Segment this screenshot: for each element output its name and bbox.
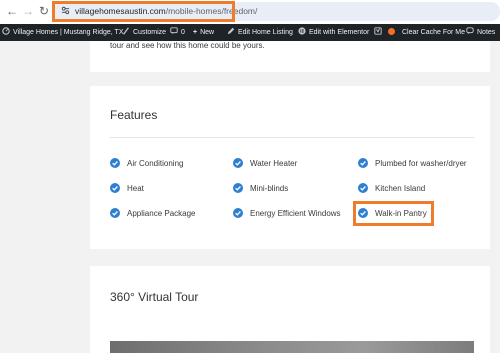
notes-icon: [466, 27, 474, 35]
feature-label: Kitchen Island: [375, 184, 426, 193]
new-label: New: [200, 29, 215, 36]
feature-label: Water Heater: [250, 159, 298, 168]
brush-icon: [123, 27, 129, 35]
browser-toolbar: ← → ↻ villagehomesaustin.com/mobile-home…: [0, 0, 500, 24]
clear-cache-label: Clear Cache For Me: [402, 29, 466, 36]
check-circle-icon: [233, 208, 243, 218]
plus-icon: +: [193, 29, 198, 36]
check-circle-icon: [110, 183, 120, 193]
admin-yoast[interactable]: [374, 24, 385, 41]
feature-label: Plumbed for washer/dryer: [375, 159, 467, 168]
check-circle-icon: [358, 183, 368, 193]
intro-text: tour and see how this home could be your…: [110, 41, 265, 50]
dashboard-icon: [2, 27, 10, 35]
yoast-icon: [374, 27, 382, 35]
edit-listing-label: Edit Home Listing: [238, 29, 293, 36]
admin-elementor[interactable]: Edit with Elementor: [298, 24, 369, 41]
check-circle-icon: [233, 158, 243, 168]
notes-label: Notes: [477, 29, 496, 36]
pantry-highlight-box: [353, 201, 434, 226]
admin-clear-cache[interactable]: Clear Cache For Me: [402, 24, 465, 41]
wp-admin-bar: Village Homes | Mustang Ridge, TX Custom…: [0, 24, 500, 41]
features-heading: Features: [110, 108, 158, 122]
virtual-tour-card: 360° Virtual Tour: [90, 266, 490, 353]
virtual-tour-image[interactable]: [110, 341, 474, 353]
elementor-icon: [298, 27, 306, 35]
customize-label: Customize: [133, 29, 167, 36]
url-highlight-box: [52, 1, 235, 22]
feature-label: Heat: [127, 184, 144, 193]
elementor-label: Edit with Elementor: [309, 29, 370, 36]
feature-label: Mini-blinds: [250, 184, 289, 193]
forward-arrow-icon[interactable]: →: [21, 4, 35, 18]
back-arrow-icon[interactable]: ←: [5, 4, 19, 18]
admin-edit-listing[interactable]: Edit Home Listing: [227, 24, 293, 41]
seo-status-dot: [388, 24, 395, 41]
pencil-icon: [227, 27, 235, 35]
feature-label: Air Conditioning: [127, 159, 184, 168]
feature-label: Appliance Package: [127, 209, 196, 218]
virtual-tour-heading: 360° Virtual Tour: [110, 290, 199, 304]
reload-icon[interactable]: ↻: [37, 4, 51, 18]
admin-site-name[interactable]: Village Homes | Mustang Ridge, TX: [2, 24, 124, 41]
admin-comments[interactable]: 0: [170, 24, 185, 41]
check-circle-icon: [358, 158, 368, 168]
admin-notes[interactable]: Notes: [466, 24, 495, 41]
check-circle-icon: [110, 208, 120, 218]
admin-customize[interactable]: Customize: [122, 24, 166, 41]
admin-new[interactable]: + New: [193, 24, 214, 41]
feature-label: Energy Efficient Windows: [250, 209, 341, 218]
intro-card: tour and see how this home could be your…: [90, 41, 490, 72]
check-circle-icon: [233, 183, 243, 193]
features-divider: [110, 137, 474, 138]
check-circle-icon: [110, 158, 120, 168]
comment-icon: [170, 27, 178, 35]
comments-count: 0: [181, 29, 185, 36]
site-name-label: Village Homes | Mustang Ridge, TX: [13, 29, 124, 36]
